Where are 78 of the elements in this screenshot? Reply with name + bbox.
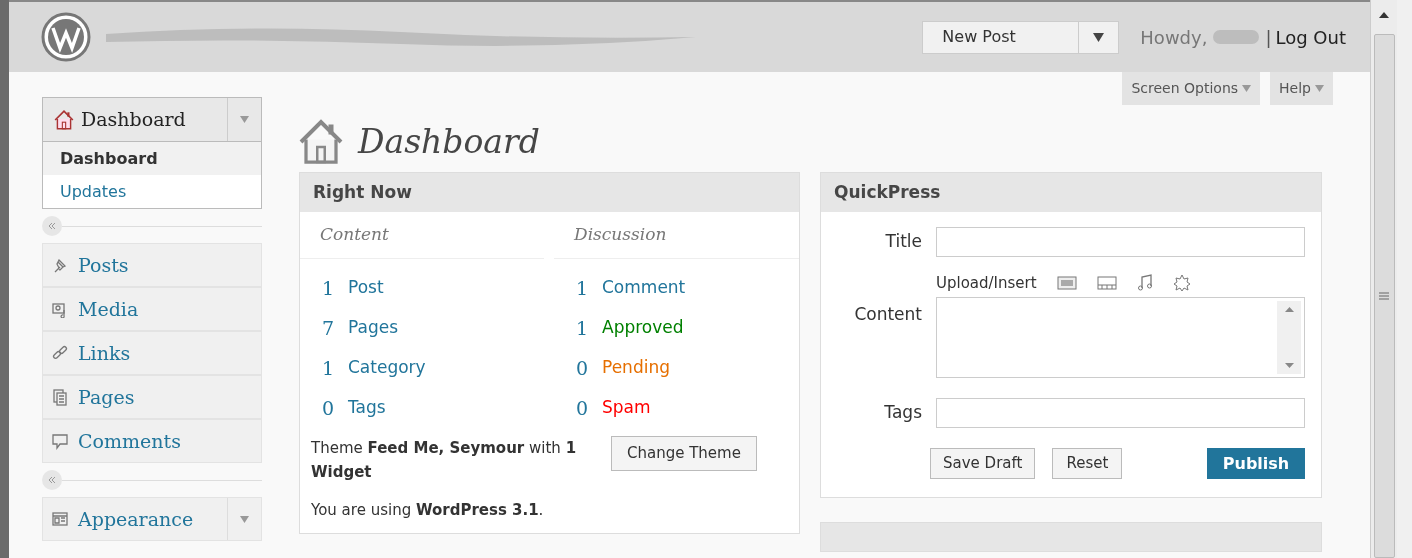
theme-text: Theme Feed Me, Seymour with 1 Widget [311,438,578,483]
field-label: Content [853,303,922,326]
scroll-thumb[interactable] [1373,34,1395,558]
stat-link[interactable]: Spam [602,395,651,421]
count-text: 1 [576,315,590,341]
caret-icon [1093,32,1105,42]
count-text: 0 [576,355,590,381]
field-label: Tags [883,401,922,425]
column-heading: Content [320,223,389,247]
stat-link[interactable]: Category [348,355,426,381]
caret-icon [1242,85,1252,92]
caret-icon [240,515,249,523]
menu-label: Appearance [78,506,195,532]
panel-title: Right Now [313,180,412,204]
dashboard-menu-header[interactable]: Dashboard [43,98,261,142]
stat-link[interactable]: Post [348,275,384,301]
stat-link[interactable]: Pages [348,315,398,341]
stat-link[interactable]: Pending [602,355,670,381]
greeting-text: Howdy, [1140,25,1208,50]
scrollbar[interactable] [1370,0,1397,558]
link-icon [51,344,69,362]
separator-text: | [1265,25,1272,50]
menu-item[interactable]: Posts [42,243,262,287]
menu-label: Posts [78,252,130,278]
up-arrow-icon[interactable] [1379,12,1389,18]
menu-item[interactable]: Media [42,287,262,331]
screen-tab[interactable]: Help [1270,72,1333,105]
stat-link[interactable]: Approved [602,315,684,341]
upload-label: Upload/Insert [936,272,1037,294]
stat-link[interactable]: Comment [602,275,686,301]
redaction-blur [1211,27,1262,47]
pages-icon [51,388,69,406]
tags-input[interactable] [936,398,1305,428]
video-icon[interactable] [1096,275,1117,291]
menu-item[interactable]: Pages [42,375,262,419]
count-text: 1 [576,275,590,301]
menu-item[interactable]: Links [42,331,262,375]
collapse-icon[interactable] [42,470,62,490]
comment-icon [51,432,69,450]
down-arrow-icon[interactable] [1284,363,1294,368]
menu-label: Media [78,296,140,322]
house-icon [53,108,75,131]
appearance-icon [51,510,69,528]
stat-link[interactable]: Tags [348,395,386,421]
menu-label: Pages [78,384,136,410]
reset-button[interactable]: Reset [1052,448,1123,479]
publish-button[interactable]: Publish [1207,448,1305,479]
save-draft-button[interactable]: Save Draft [930,448,1036,479]
title-input[interactable] [936,227,1305,257]
logo-icon [41,12,91,62]
collapse-icon[interactable] [42,216,62,236]
count-text: 7 [322,315,336,341]
page-title: Dashboard [358,121,540,164]
count-text: 1 [322,275,336,301]
caret-icon [1315,85,1324,92]
menu-label: Links [78,340,132,366]
count-text: 1 [322,355,336,381]
change-theme-button[interactable]: Change Theme [611,436,757,471]
log-out-link[interactable]: Log Out [1275,23,1346,51]
menu-label: Comments [78,428,182,454]
count-text: 0 [576,395,590,421]
panel-title: QuickPress [834,180,941,204]
caret-icon [240,116,249,123]
music-icon[interactable] [1136,274,1153,292]
menu-label: Dashboard [81,107,187,133]
version-text: You are using WordPress 3.1. [311,501,544,519]
image-icon[interactable] [1056,275,1077,291]
menu-item[interactable]: Comments [42,419,262,463]
count-text: 0 [322,395,336,421]
content-textarea[interactable] [936,297,1305,378]
menu-item[interactable]: Appearance [42,497,262,541]
star-icon[interactable] [1172,274,1191,292]
screen-tab[interactable]: Screen Options [1122,72,1261,105]
grip-icon [1379,292,1389,300]
column-heading: Discussion [574,223,667,247]
submenu-item[interactable]: Dashboard [43,142,261,175]
field-label: Title [884,230,922,254]
scrollbar[interactable] [1277,301,1301,374]
